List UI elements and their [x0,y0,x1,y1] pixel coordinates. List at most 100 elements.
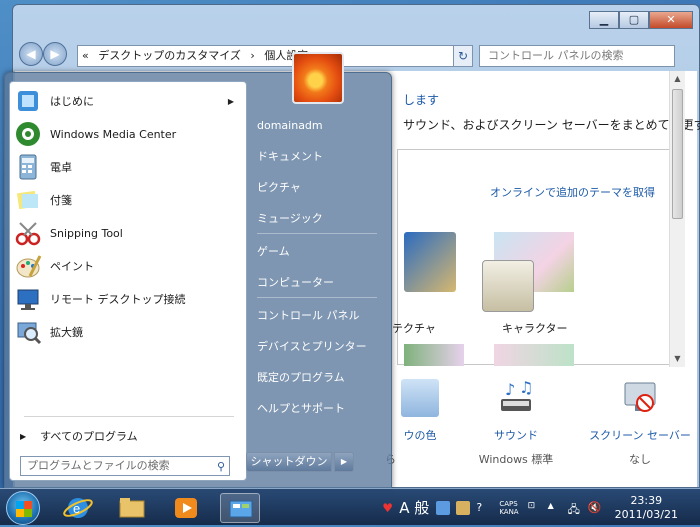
scroll-thumb[interactable] [672,89,683,219]
svg-text:♫: ♫ [519,379,533,397]
ime-dictionary-icon[interactable] [456,500,471,515]
user-folder-link[interactable]: domainadm [249,113,385,139]
window-controls: ▁ ▢ ✕ [589,11,693,29]
refresh-icon[interactable]: ↻ [453,45,473,67]
taskbar-explorer[interactable] [112,493,152,523]
submenu-arrow-icon[interactable]: ▶ [228,97,234,106]
getting-started-icon [14,87,42,115]
all-programs-button[interactable]: ▶ すべてのプログラム [20,428,138,444]
shutdown-options-arrow-icon[interactable]: ▶ [334,452,354,472]
close-button[interactable]: ✕ [649,11,693,29]
shutdown-button[interactable]: シャットダウン [246,452,332,472]
games-link[interactable]: ゲーム [249,239,385,265]
music-link[interactable]: ミュージック [249,206,385,232]
program-label: 付箋 [50,194,72,207]
default-programs-link[interactable]: 既定のプログラム [249,365,385,391]
clock-date: 2011/03/21 [614,507,678,521]
sound-value: Windows 標準 [478,453,554,466]
theme-thumbnail[interactable] [404,232,456,292]
calculator-icon [14,153,42,181]
clock[interactable]: 23:39 2011/03/21 [615,494,678,522]
address-bar[interactable]: « デスクトップのカスタマイズ › 個人設定 [77,45,467,67]
maximize-button[interactable]: ▢ [619,11,649,29]
ime-help-icon[interactable]: ? [476,501,490,515]
sound-icon: ♪ ♫ [497,378,535,417]
caps-kana-indicator: CAPS KANA [499,500,518,516]
computer-link[interactable]: コンピューター [249,270,385,296]
theme-list: オンラインで追加のテーマを取得 テクチャ キャラクター [392,149,679,366]
theme-thumbnail[interactable] [482,232,574,312]
action-center-icon[interactable]: ♥ [382,501,396,515]
start-menu-places-pane: domainadm ドキュメント ピクチャ ミュージック ゲーム コンピューター… [249,81,389,451]
online-themes-link[interactable]: オンラインで追加のテーマを取得 [490,184,655,200]
program-item-paint[interactable]: ペイント [14,251,242,281]
minimize-button[interactable]: ▁ [589,11,619,29]
taskbar-control-panel[interactable] [220,493,260,523]
window-color-icon [401,379,439,417]
volume-muted-icon[interactable]: 🔇 [588,501,602,515]
documents-link[interactable]: ドキュメント [249,144,385,170]
ime-tool-icon[interactable] [436,500,451,515]
vertical-scrollbar[interactable]: ▲ ▼ [669,71,685,367]
program-label: はじめに [50,95,94,108]
tray-expand-icon[interactable]: ▲ [548,501,562,515]
pictures-link[interactable]: ピクチャ [249,175,385,201]
system-tray: ♥ A 般 ? CAPS KANA ⊡ ▲ 🖧 🔇 23:39 2011/03/… [379,489,700,526]
ime-options-icon[interactable]: ⊡ [528,501,542,515]
magnifier-icon [14,318,42,346]
forward-button[interactable]: ▶ [43,42,67,66]
help-support-link[interactable]: ヘルプとサポート [249,396,385,422]
screen-saver-item[interactable]: スクリーン セーバー なし [575,379,700,467]
window-color-item[interactable]: ウの色 ら [385,379,455,467]
user-picture-avatar[interactable] [292,52,344,104]
scroll-down-icon[interactable]: ▼ [670,351,685,367]
network-icon[interactable]: 🖧 [568,501,582,516]
personalize-options: ウの色 ら ♪♫ サウンド Windows 標準 スクリーン セーバー なし [385,378,691,469]
sound-item[interactable]: ♪ ♫ サウンド Windows 標準 [471,378,561,467]
screen-saver-icon [621,379,659,417]
svg-text:♪: ♪ [505,380,515,399]
address-part: « [82,49,89,62]
divider [257,297,377,298]
taskbar-media-player[interactable] [166,493,206,523]
media-player-icon [175,498,197,518]
start-search-input[interactable]: プログラムとファイルの検索 ⚲ [20,456,230,476]
control-panel-icon [229,500,253,518]
program-label: リモート デスクトップ接続 [50,293,186,306]
program-item-getting-started[interactable]: はじめに ▶ [14,86,242,116]
search-icon[interactable]: ⚲ [217,458,225,476]
theme-thumbnail[interactable] [404,344,464,366]
program-item-magnifier[interactable]: 拡大鏡 [14,317,242,347]
scroll-up-icon[interactable]: ▲ [670,71,685,87]
start-menu: はじめに ▶ Windows Media Center 電卓 付箋 Snippi… [4,72,392,489]
program-item-calculator[interactable]: 電卓 [14,152,242,182]
remote-desktop-icon [14,285,42,313]
sticky-notes-icon [14,186,42,214]
program-item-snipping-tool[interactable]: Snipping Tool [14,218,242,248]
search-placeholder: プログラムとファイルの検索 [27,459,170,472]
program-item-remote-desktop[interactable]: リモート デスクトップ接続 [14,284,242,314]
clock-time: 23:39 [630,493,663,507]
caps-indicator: CAPS [499,499,518,508]
window-color-value: ら [385,451,455,467]
control-panel-link[interactable]: コントロール パネル [249,303,385,329]
start-button[interactable] [6,491,40,525]
ime-mode-indicator[interactable]: A 般 [399,497,429,518]
program-label: ペイント [50,260,94,273]
theme-label: キャラクター [502,322,568,335]
control-panel-search-input[interactable]: コントロール パネルの検索 [479,45,675,67]
windows-logo-icon [16,501,32,517]
program-item-media-center[interactable]: Windows Media Center [14,119,242,149]
program-label: Snipping Tool [50,226,123,240]
program-label: Windows Media Center [50,127,177,141]
address-part-desktop[interactable]: デスクトップのカスタマイズ [98,49,241,62]
back-button[interactable]: ◀ [19,42,43,66]
program-item-sticky-notes[interactable]: 付箋 [14,185,242,215]
page-description: サウンド、およびスクリーン セーバーをまとめて変更する [403,118,700,132]
theme-selection-box[interactable] [482,260,534,312]
sound-label: サウンド [494,429,538,442]
taskbar-internet-explorer[interactable]: e [58,493,98,523]
theme-thumbnail[interactable] [494,344,574,366]
media-center-icon [14,120,42,148]
devices-printers-link[interactable]: デバイスとプリンター [249,334,385,360]
